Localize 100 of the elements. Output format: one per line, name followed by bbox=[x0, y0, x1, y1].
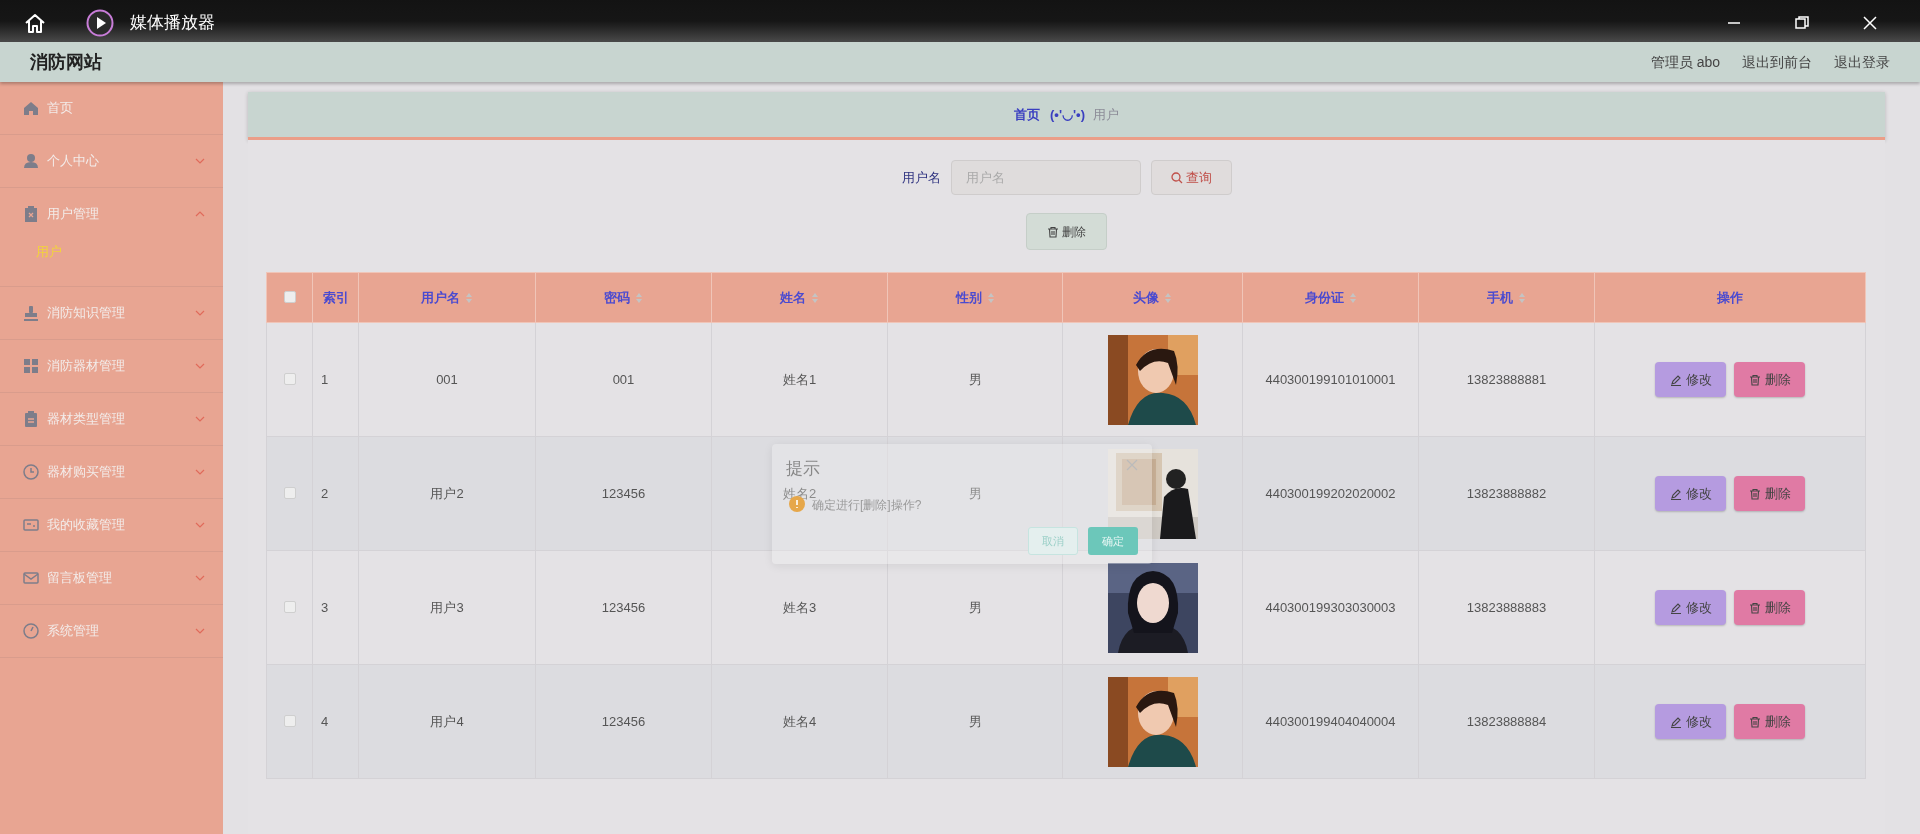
confirm-button[interactable]: 确定 bbox=[1088, 527, 1138, 555]
checkbox[interactable] bbox=[283, 290, 296, 303]
delete-button[interactable]: 删除 bbox=[1734, 476, 1805, 511]
stamp-icon bbox=[22, 304, 40, 322]
close-icon bbox=[1862, 15, 1878, 31]
sort-icon bbox=[635, 291, 643, 304]
table-cell: 440300199202020002 bbox=[1265, 485, 1396, 501]
table-cell: 男 bbox=[968, 599, 982, 615]
query-button[interactable]: 查询 bbox=[1150, 160, 1232, 195]
sidebar-item[interactable]: 器材类型管理 bbox=[0, 393, 223, 445]
dialog-title: 提示 bbox=[786, 458, 820, 480]
trash-icon bbox=[1748, 373, 1761, 386]
clipboard-icon bbox=[22, 410, 40, 428]
sidebar-item[interactable]: 器材购买管理 bbox=[0, 446, 223, 498]
table-cell: 姓名1 bbox=[782, 371, 817, 387]
header-link[interactable]: 退出到前台 bbox=[1742, 51, 1812, 73]
clock-icon bbox=[22, 463, 40, 481]
checkbox[interactable] bbox=[283, 600, 296, 613]
gauge-icon bbox=[22, 622, 40, 640]
delete-button[interactable]: 删除 bbox=[1026, 213, 1107, 250]
header-link[interactable]: 退出登录 bbox=[1834, 51, 1890, 73]
table-cell: 123456 bbox=[601, 713, 646, 729]
checkbox[interactable] bbox=[283, 372, 296, 385]
restore-icon bbox=[1794, 15, 1810, 31]
edit-button[interactable]: 修改 bbox=[1655, 590, 1726, 625]
trash-icon bbox=[1748, 715, 1761, 728]
play-icon bbox=[86, 9, 114, 37]
close-icon bbox=[1126, 459, 1138, 471]
delete-button[interactable]: 删除 bbox=[1734, 704, 1805, 739]
table-cell: 440300199404040004 bbox=[1265, 713, 1396, 729]
delete-button[interactable]: 删除 bbox=[1734, 590, 1805, 625]
sidebar-item[interactable]: 消防知识管理 bbox=[0, 287, 223, 339]
table-cell: 13823888881 bbox=[1466, 371, 1547, 387]
checkbox[interactable] bbox=[283, 714, 296, 727]
checkbox[interactable] bbox=[283, 486, 296, 499]
table-cell: 3 bbox=[321, 599, 329, 615]
table-cell: 13823888884 bbox=[1466, 713, 1547, 729]
sidebar-item[interactable]: 系统管理 bbox=[0, 605, 223, 657]
edit-button[interactable]: 修改 bbox=[1655, 362, 1726, 397]
mail-icon bbox=[22, 569, 40, 587]
sidebar-item[interactable]: 我的收藏管理 bbox=[0, 499, 223, 551]
minimize-icon bbox=[1726, 22, 1742, 24]
sort-icon bbox=[465, 291, 473, 304]
column-header[interactable]: 密码 bbox=[604, 287, 643, 308]
clipboard-icon bbox=[22, 205, 40, 223]
sort-icon bbox=[986, 291, 995, 304]
pencil-icon bbox=[1669, 601, 1682, 614]
table-cell: 13823888883 bbox=[1466, 599, 1547, 615]
column-header[interactable]: 身份证 bbox=[1304, 287, 1357, 308]
column-header[interactable]: 头像 bbox=[1133, 287, 1172, 308]
trash-icon bbox=[1748, 487, 1761, 500]
app-title: 媒体播放器 bbox=[130, 12, 215, 34]
delete-button[interactable]: 删除 bbox=[1734, 362, 1805, 397]
table-cell: 姓名4 bbox=[782, 713, 817, 729]
sidebar-item[interactable]: 消防器材管理 bbox=[0, 340, 223, 392]
table-cell: 001 bbox=[436, 371, 458, 387]
sort-icon bbox=[1164, 291, 1172, 304]
edit-button[interactable]: 修改 bbox=[1655, 704, 1726, 739]
sidebar-item[interactable]: 留言板管理 bbox=[0, 552, 223, 604]
table-cell: 13823888882 bbox=[1466, 485, 1547, 501]
table-cell: 男 bbox=[968, 371, 982, 387]
home-icon bbox=[23, 12, 47, 34]
search-label: 用户名 bbox=[901, 168, 941, 187]
column-header: 索引 bbox=[322, 288, 349, 307]
grid-icon bbox=[22, 357, 40, 375]
column-header[interactable]: 性别 bbox=[955, 287, 995, 308]
search-icon bbox=[1170, 171, 1183, 184]
table-cell: 姓名3 bbox=[782, 599, 817, 615]
sidebar-item[interactable]: 个人中心 bbox=[0, 135, 223, 187]
table-cell: 1 bbox=[321, 371, 329, 387]
trash-icon bbox=[1047, 225, 1059, 238]
sidebar-item[interactable]: 用户管理 bbox=[0, 188, 223, 240]
card-icon bbox=[22, 516, 40, 534]
table-cell: 男 bbox=[968, 713, 982, 729]
table-cell: 440300199303030003 bbox=[1265, 599, 1396, 615]
breadcrumb-link[interactable]: 首页 bbox=[1014, 104, 1040, 125]
dialog-message: 确定进行[删除]操作? bbox=[812, 498, 922, 514]
table-cell: 123456 bbox=[601, 485, 646, 501]
person-icon bbox=[22, 152, 40, 170]
table-cell: 001 bbox=[612, 371, 635, 387]
table-cell: 2 bbox=[321, 485, 329, 501]
admin-link[interactable]: 管理员 abo bbox=[1650, 51, 1720, 73]
column-header: 操作 bbox=[1717, 288, 1743, 307]
trash-icon bbox=[1748, 601, 1761, 614]
table-cell: 男 bbox=[968, 485, 982, 501]
column-header[interactable]: 用户名 bbox=[421, 287, 473, 308]
column-header[interactable]: 姓名 bbox=[780, 287, 819, 308]
breadcrumb-current: 用户 bbox=[1092, 105, 1119, 124]
pencil-icon bbox=[1669, 487, 1682, 500]
sort-icon bbox=[1518, 291, 1526, 304]
edit-button[interactable]: 修改 bbox=[1655, 476, 1726, 511]
sidebar-item[interactable]: 首页 bbox=[0, 82, 223, 134]
table-cell: 用户3 bbox=[430, 599, 464, 615]
column-header[interactable]: 手机 bbox=[1487, 287, 1526, 308]
site-title: 消防网站 bbox=[30, 50, 102, 74]
table-cell: 用户4 bbox=[430, 713, 464, 729]
breadcrumb-separator: (•'◡'•) bbox=[1050, 105, 1085, 124]
home-icon bbox=[22, 99, 40, 117]
table-cell: 123456 bbox=[601, 599, 646, 615]
sort-icon bbox=[1348, 291, 1357, 304]
